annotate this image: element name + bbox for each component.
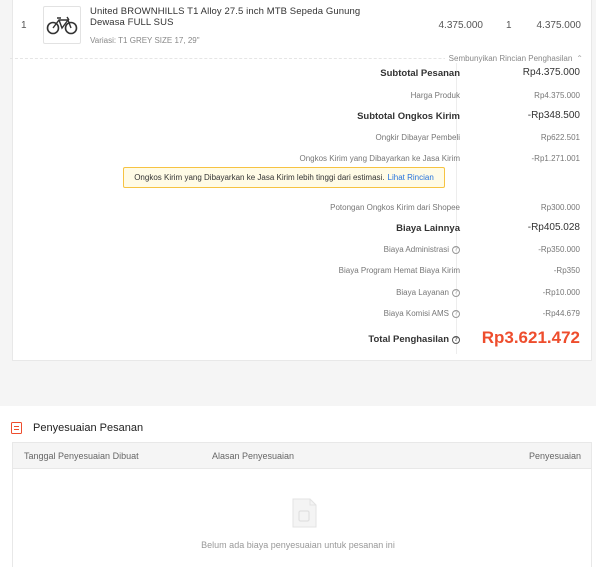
breakdown-value: -Rp350 xyxy=(553,266,580,275)
adjustment-table-header: Tanggal Penyesuaian Dibuat Alasan Penyes… xyxy=(12,442,592,469)
product-variant: Variasi: T1 GREY SIZE 17, 29" xyxy=(90,36,200,45)
total-income-value: Rp3.621.472 xyxy=(481,328,580,347)
breakdown-label: Biaya Lainnya xyxy=(396,223,460,234)
info-icon[interactable]: ? xyxy=(452,309,460,318)
breakdown-label: Subtotal Pesanan xyxy=(380,68,460,79)
empty-state-text: Belum ada biaya penyesuaian untuk pesana… xyxy=(201,540,395,550)
breakdown-value: Rp622.501 xyxy=(540,133,580,142)
breakdown-value: -Rp44.679 xyxy=(542,309,580,318)
breakdown-label: Subtotal Ongkos Kirim xyxy=(357,111,460,122)
breakdown-label: Biaya Program Hemat Biaya Kirim xyxy=(339,266,460,275)
info-icon[interactable]: ? xyxy=(452,288,460,297)
chevron-up-icon: ⌃ xyxy=(576,54,583,63)
column-header-reason: Alasan Penyesuaian xyxy=(212,451,295,461)
breakdown-value: -Rp1.271.001 xyxy=(531,154,580,163)
breakdown-value: -Rp405.028 xyxy=(527,222,580,233)
breakdown-value: -Rp10.000 xyxy=(542,288,580,297)
bicycle-icon xyxy=(46,16,78,35)
total-income-label: Total Penghasilan ? xyxy=(368,334,460,345)
see-details-link[interactable]: Lihat Rincian xyxy=(388,173,434,182)
breakdown-label-text: Biaya Program Hemat Biaya Kirim xyxy=(338,266,460,275)
breakdown-label-text: Ongkos Kirim yang Dibayarkan ke Jasa Kir… xyxy=(299,154,460,163)
breakdown-label-text: Biaya Administrasi xyxy=(383,245,449,254)
product-name[interactable]: United BROWNHILLS T1 Alloy 27.5 inch MTB… xyxy=(90,6,390,28)
info-icon[interactable]: ? xyxy=(452,335,460,344)
breakdown-label-text: Biaya Layanan xyxy=(396,288,449,297)
breakdown-value: Rp300.000 xyxy=(540,203,580,212)
breakdown-value: -Rp348.500 xyxy=(527,110,580,121)
product-thumbnail[interactable] xyxy=(43,6,81,44)
empty-document-icon xyxy=(292,498,317,528)
shipping-warning-banner: Ongkos Kirim yang Dibayarkan ke Jasa Kir… xyxy=(123,167,445,188)
breakdown-label: Potongan Ongkos Kirim dari Shopee xyxy=(330,203,460,212)
info-icon[interactable]: ? xyxy=(452,245,460,254)
total-income-text: Total Penghasilan xyxy=(368,334,449,345)
breakdown-label: Biaya Administrasi? xyxy=(384,245,460,254)
breakdown-label-text: Subtotal Pesanan xyxy=(380,68,460,79)
unit-price: 4.375.000 xyxy=(438,20,484,31)
breakdown-label-text: Subtotal Ongkos Kirim xyxy=(357,111,460,122)
warning-text: Ongkos Kirim yang Dibayarkan ke Jasa Kir… xyxy=(134,173,385,182)
item-subtotal: 4.375.000 xyxy=(536,20,582,31)
breakdown-value: -Rp350.000 xyxy=(538,245,580,254)
column-header-adjustment: Penyesuaian xyxy=(528,451,581,461)
breakdown-label-text: Biaya Lainnya xyxy=(396,223,460,234)
toggle-label: Sembunyikan Rincian Penghasilan xyxy=(448,54,573,63)
quantity: 1 xyxy=(506,20,512,31)
breakdown-value: Rp4.375.000 xyxy=(522,67,580,78)
breakdown-label: Biaya Layanan? xyxy=(396,288,460,297)
hide-income-details-toggle[interactable]: Sembunyikan Rincian Penghasilan ⌃ xyxy=(444,54,583,63)
item-number: 1 xyxy=(21,20,27,31)
breakdown-label: Biaya Komisi AMS? xyxy=(384,309,460,318)
receipt-icon xyxy=(11,422,22,434)
section-title: Penyesuaian Pesanan xyxy=(33,422,144,434)
breakdown-label-text: Harga Produk xyxy=(410,91,460,100)
breakdown-value: Rp4.375.000 xyxy=(534,91,580,100)
breakdown-label: Ongkos Kirim yang Dibayarkan ke Jasa Kir… xyxy=(299,154,460,163)
column-header-date: Tanggal Penyesuaian Dibuat xyxy=(24,451,139,461)
breakdown-label-text: Potongan Ongkos Kirim dari Shopee xyxy=(330,203,460,212)
breakdown-label: Harga Produk xyxy=(411,91,460,100)
breakdown-label: Ongkir Dibayar Pembeli xyxy=(376,133,460,142)
breakdown-label-text: Ongkir Dibayar Pembeli xyxy=(375,133,460,142)
breakdown-label-text: Biaya Komisi AMS xyxy=(383,309,449,318)
